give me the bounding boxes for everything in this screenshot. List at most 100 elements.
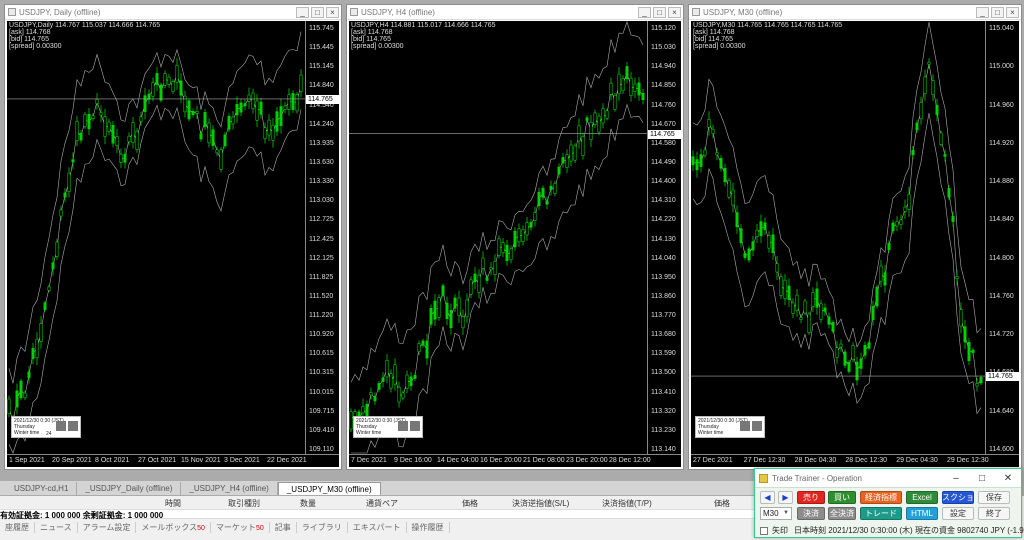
candle-body	[199, 133, 203, 140]
price-tick-label: 114.880	[989, 178, 1014, 186]
terminal-tab-market[interactable]: マーケット50	[211, 521, 270, 533]
price-tick-label: 110.920	[309, 331, 334, 339]
price-tick-label: 114.760	[651, 101, 676, 109]
close-button[interactable]: ×	[326, 6, 339, 18]
price-tick-label: 114.800	[989, 254, 1014, 262]
column-take-profit[interactable]: 決済指値(T/P)	[602, 498, 652, 509]
clock-value: 24	[46, 431, 52, 437]
candle-body	[393, 364, 397, 385]
save-button[interactable]: 保存	[978, 491, 1010, 504]
tab-usdjpy-h4[interactable]: _USDJPY_H4 (offline)	[181, 482, 278, 495]
dialog-titlebar[interactable]: Trade Trainer - Operation – □ ✕	[755, 469, 1021, 487]
time-axis[interactable]: 7 Dec 2021 9 Dec 16:00 14 Dec 04:00 16 Dec …	[349, 454, 681, 467]
candle-body	[247, 94, 251, 102]
column-volume[interactable]: 数量	[300, 498, 316, 509]
tab-usdjpy-m30[interactable]: _USDJPY_M30 (offline)	[277, 482, 381, 495]
time-axis[interactable]: 1 Sep 2021 20 Sep 2021 8 Oct 2021 27 Oct 20…	[7, 454, 339, 467]
chart-window-h4[interactable]: USDJPY, H4 (offline) _ □ × USDJPY,H4 114…	[346, 4, 684, 470]
timeframe-select[interactable]: M30 ▼	[760, 507, 792, 520]
tab-usdjpy-daily[interactable]: _USDJPY_Daily (offline)	[77, 482, 182, 495]
settings-button[interactable]: 設定	[942, 507, 974, 520]
terminal-tab-label: マーケット	[215, 522, 256, 532]
close-button[interactable]: ×	[1006, 6, 1019, 18]
terminal-tab-library[interactable]: ライブラリ	[297, 521, 348, 533]
candle-body	[569, 144, 573, 162]
minimize-button[interactable]: _	[638, 6, 651, 18]
close-button[interactable]: ✕	[995, 473, 1021, 484]
chart-window-titlebar[interactable]: USDJPY, H4 (offline) _ □ ×	[347, 5, 683, 20]
terminal-tab-articles[interactable]: 記事	[270, 521, 297, 533]
maximize-button[interactable]: □	[311, 6, 324, 18]
candle-body	[35, 338, 39, 359]
candle-body	[939, 132, 943, 145]
chart-window-titlebar[interactable]: USDJPY, Daily (offline) _ □ ×	[5, 5, 341, 20]
minimize-button[interactable]: _	[976, 6, 989, 18]
terminal-tab-journal[interactable]: 操作履歴	[407, 521, 450, 533]
buy-button[interactable]: 買い	[828, 491, 856, 504]
candle-body	[715, 152, 719, 156]
candle-body	[251, 92, 255, 110]
chart-area[interactable]: USDJPY,M30 114.765 114.765 114.765 114.7…	[691, 21, 1019, 467]
chart-area[interactable]: USDJPY,Daily 114.767 115.037 114.666 114…	[7, 21, 339, 467]
price-tick-label: 115.030	[651, 44, 676, 52]
terminal-tab-history[interactable]: 座履歴	[0, 521, 35, 533]
terminal-tab-mailbox[interactable]: メールボックス50	[136, 521, 211, 533]
current-price-label: 114.765	[648, 129, 681, 139]
candle-body	[207, 122, 211, 144]
arrow-checkbox[interactable]	[760, 526, 768, 535]
chart-window-daily[interactable]: USDJPY, Daily (offline) _ □ × USDJPY,Dai…	[4, 4, 342, 470]
next-bar-button[interactable]: ▶	[778, 491, 793, 504]
clock-mode-icon	[398, 421, 408, 431]
column-price[interactable]: 価格	[462, 498, 478, 509]
candle-body	[107, 121, 111, 132]
chart-area[interactable]: USDJPY,H4 114.881 115.017 114.666 114.76…	[349, 21, 681, 467]
sell-button[interactable]: 売り	[797, 491, 825, 504]
candle-body	[839, 343, 843, 348]
chart-icon	[692, 8, 700, 16]
economic-indicator-button[interactable]: 経済指標	[860, 491, 902, 504]
candlestick-plot[interactable]: USDJPY,Daily 114.767 115.037 114.666 114…	[7, 21, 305, 454]
minimize-button[interactable]: _	[296, 6, 309, 18]
time-axis[interactable]: 27 Dec 2021 27 Dec 12:30 28 Dec 04:30 28 De…	[691, 454, 1019, 467]
column-type[interactable]: 取引種別	[228, 498, 260, 509]
price-axis[interactable]: 115.120 115.030 114.940 114.850 114.760 114.6…	[647, 21, 681, 454]
maximize-button[interactable]: □	[653, 6, 666, 18]
prev-bar-button[interactable]: ◀	[760, 491, 775, 504]
screenshot-button[interactable]: スクショ	[942, 491, 974, 504]
candle-body	[963, 326, 967, 343]
settle-all-button[interactable]: 全決済	[828, 507, 856, 520]
terminal-tab-news[interactable]: ニュース	[35, 521, 78, 533]
candle-body	[485, 277, 489, 281]
maximize-button[interactable]: □	[969, 473, 995, 484]
settle-button[interactable]: 決済	[797, 507, 825, 520]
tab-usdjpy-h1[interactable]: USDJPY-cd,H1	[6, 482, 78, 495]
column-symbol[interactable]: 通貨ペア	[366, 498, 398, 509]
terminal-tab-experts[interactable]: エキスパート	[348, 521, 407, 533]
candle-body	[755, 229, 759, 237]
time-tick-label: 21 Dec 08:00	[523, 457, 565, 464]
price-tick-label: 109.410	[309, 426, 335, 434]
maximize-button[interactable]: □	[991, 6, 1004, 18]
candle-body	[195, 110, 199, 114]
column-price-current[interactable]: 価格	[714, 498, 730, 509]
candlestick-plot[interactable]: USDJPY,M30 114.765 114.765 114.765 114.7…	[691, 21, 985, 454]
trade-button[interactable]: トレード	[860, 507, 902, 520]
html-button[interactable]: HTML	[906, 507, 938, 520]
column-time[interactable]: 時間	[165, 498, 181, 509]
chart-window-titlebar[interactable]: USDJPY, M30 (offline) _ □ ×	[689, 5, 1021, 20]
excel-button[interactable]: Excel	[906, 491, 938, 504]
time-tick-label: 27 Dec 2021	[693, 457, 733, 464]
price-axis[interactable]: 115.040 115.000 114.960 114.920 114.880 114.8…	[985, 21, 1019, 454]
candle-body	[875, 286, 879, 307]
terminal-tab-alerts[interactable]: アラーム設定	[78, 521, 137, 533]
candle-body	[119, 153, 123, 163]
minimize-button[interactable]: –	[943, 473, 969, 484]
time-tick-label: 7 Dec 2021	[351, 457, 387, 464]
chart-window-m30[interactable]: USDJPY, M30 (offline) _ □ × USDJPY,M30 1…	[688, 4, 1022, 470]
column-stop-loss[interactable]: 決済逆指値(S/L)	[512, 498, 569, 509]
exit-button[interactable]: 終了	[978, 507, 1010, 520]
price-tick-label: 110.015	[309, 388, 334, 396]
price-axis[interactable]: 115.745 115.445 115.145 114.840 114.540 114.2…	[305, 21, 339, 454]
close-button[interactable]: ×	[668, 6, 681, 18]
candlestick-plot[interactable]: USDJPY,H4 114.881 115.017 114.666 114.76…	[349, 21, 647, 454]
